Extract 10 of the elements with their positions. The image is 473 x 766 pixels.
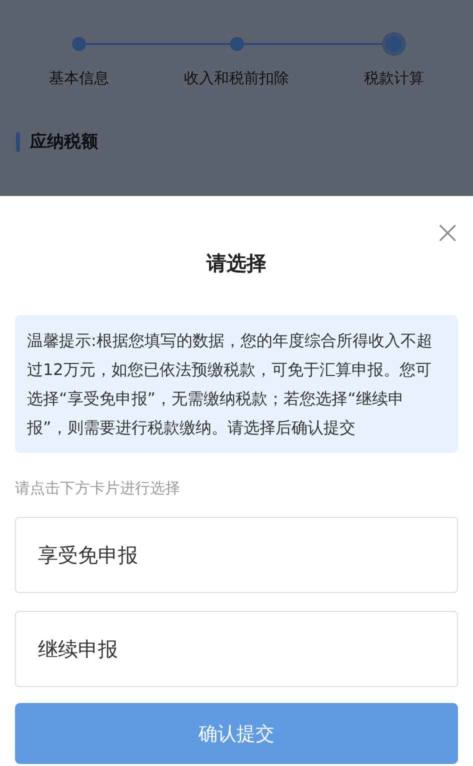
hint-text: 请点击下方卡片进行选择 xyxy=(15,479,181,498)
section-title: 应纳税额 xyxy=(30,131,98,153)
step-label: 税款计算 xyxy=(364,69,424,88)
dialog-title: 请选择 xyxy=(205,250,268,277)
step-label: 收入和税前扣除 xyxy=(184,69,289,88)
option-card[interactable]: 享受免申报 xyxy=(15,517,458,593)
notice-text: 温馨提示:根据您填写的数据，您的年度综合所得收入不超过12万元，如您已依法预缴税款，可免于汇算申报。您可选择“享受免申报”，无需缴纳税款；若您选择“继续申报”，则需要进行税款缴纳。请选择后确认提交 xyxy=(15,315,458,453)
option-card[interactable]: 继续申报 xyxy=(15,611,458,687)
section-marker xyxy=(16,132,20,152)
step-label: 基本信息 xyxy=(48,69,109,88)
